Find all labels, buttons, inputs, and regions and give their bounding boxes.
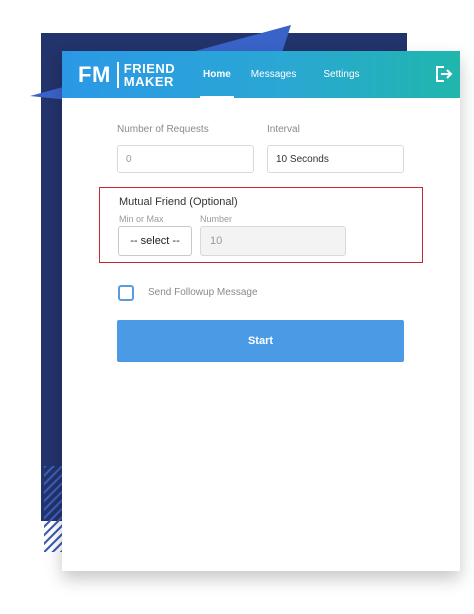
- logout-icon: [436, 66, 453, 82]
- logout-button[interactable]: [433, 64, 453, 84]
- main-nav: Home Messages Settings: [200, 51, 360, 98]
- mutual-number-input[interactable]: 10: [200, 226, 346, 256]
- requests-input[interactable]: 0: [117, 145, 254, 173]
- mutual-friend-title: Mutual Friend (Optional): [119, 196, 238, 208]
- followup-label: Send Followup Message: [148, 287, 258, 298]
- interval-label: Interval: [267, 124, 300, 135]
- popup-card: FM FRIEND MAKER Home Messages Settings N…: [62, 51, 460, 571]
- min-max-label: Min or Max: [119, 214, 164, 224]
- logo-line-2: MAKER: [123, 74, 174, 89]
- tab-settings[interactable]: Settings: [323, 51, 359, 98]
- logo-initials: FM: [78, 62, 111, 87]
- mutual-friend-section: Mutual Friend (Optional) Min or Max Numb…: [99, 187, 423, 263]
- brand-logo: FM FRIEND MAKER: [78, 61, 175, 89]
- tab-messages[interactable]: Messages: [251, 51, 297, 98]
- tab-home[interactable]: Home: [200, 51, 234, 98]
- header-bar: FM FRIEND MAKER Home Messages Settings: [62, 51, 460, 98]
- followup-checkbox[interactable]: [118, 285, 134, 301]
- requests-label: Number of Requests: [117, 124, 209, 135]
- number-label: Number: [200, 214, 233, 224]
- min-max-select[interactable]: -- select --: [118, 226, 192, 256]
- logo-divider: [116, 62, 119, 88]
- logo-wordmark: FRIEND MAKER: [124, 62, 175, 88]
- interval-input[interactable]: 10 Seconds: [267, 145, 404, 173]
- start-button[interactable]: Start: [117, 320, 404, 362]
